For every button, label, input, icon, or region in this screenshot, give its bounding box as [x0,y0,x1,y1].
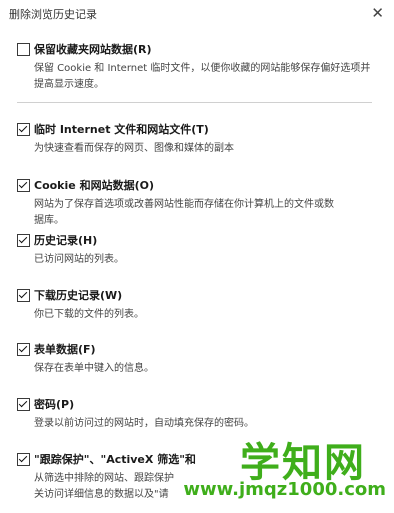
option-label[interactable]: 临时 Internet 文件和网站文件(T) [34,121,209,137]
option-cookies: Cookie 和网站数据(O) 网站为了保存首选项或改善网站性能而存储在你计算机… [17,177,377,229]
checkbox-preserve-favorites[interactable] [17,42,30,56]
option-description: 保留 Cookie 和 Internet 临时文件，以便你收藏的网站能够保存偏好… [34,63,371,90]
option-description: 已访问网站的列表。 [34,254,124,265]
checkbox-tracking-protection[interactable] [17,452,30,466]
checkbox-form-data[interactable] [17,342,30,356]
option-label[interactable]: "跟踪保护"、"ActiveX 筛选"和 [34,451,196,467]
option-description: 为快速查看而保存的网页、图像和媒体的副本 [34,143,234,154]
checkbox-temp-files[interactable] [17,122,30,136]
watermark: 学知网 www.jmqz1000.com [183,430,392,510]
dialog-title: 删除浏览历史记录 [9,8,97,21]
option-description: 保存在表单中键入的信息。 [34,363,154,374]
option-label[interactable]: 历史记录(H) [34,232,97,248]
checkbox-cookies[interactable] [17,178,30,192]
checkbox-passwords[interactable] [17,397,30,411]
option-preserve-favorites: 保留收藏夹网站数据(R) 保留 Cookie 和 Internet 临时文件，以… [17,41,377,93]
option-label[interactable]: 下载历史记录(W) [34,287,122,303]
option-description: 你已下载的文件的列表。 [34,309,144,320]
option-download-history: 下载历史记录(W) 你已下载的文件的列表。 [17,287,377,323]
option-history: 历史记录(H) 已访问网站的列表。 [17,232,377,268]
checkbox-history[interactable] [17,233,30,247]
checkbox-download-history[interactable] [17,288,30,302]
title-bar: 删除浏览历史记录 ✕ [0,0,394,28]
divider [17,102,372,103]
option-description: 网站为了保存首选项或改善网站性能而存储在你计算机上的文件或数 据库。 [34,199,334,226]
watermark-url: www.jmqz1000.com [183,479,386,500]
option-label[interactable]: 密码(P) [34,396,74,412]
option-temp-files: 临时 Internet 文件和网站文件(T) 为快速查看而保存的网页、图像和媒体… [17,121,377,157]
option-form-data: 表单数据(F) 保存在表单中键入的信息。 [17,341,377,377]
option-label[interactable]: Cookie 和网站数据(O) [34,177,154,193]
option-label[interactable]: 表单数据(F) [34,341,96,357]
option-passwords: 密码(P) 登录以前访问过的网站时，自动填充保存的密码。 [17,396,377,432]
option-label[interactable]: 保留收藏夹网站数据(R) [34,41,152,57]
close-icon[interactable]: ✕ [371,2,384,24]
